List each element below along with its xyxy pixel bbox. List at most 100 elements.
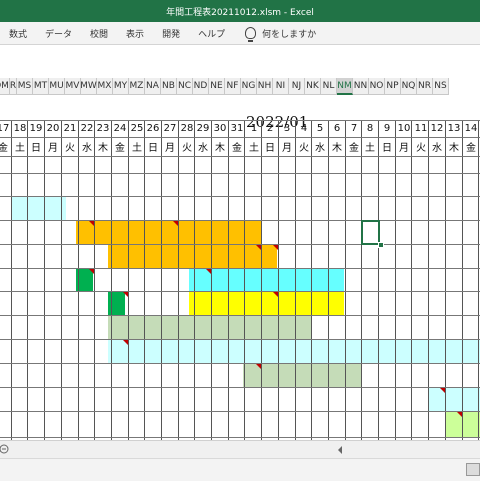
weekday-cell[interactable]: 火 (179, 137, 195, 156)
gantt-bar[interactable] (108, 245, 277, 268)
day-number-cell[interactable]: 31 (229, 120, 245, 137)
gantt-bar[interactable] (108, 340, 480, 363)
day-number-cell[interactable]: 5 (312, 120, 328, 137)
weekday-cell[interactable]: 金 (463, 137, 479, 156)
column-header-nb[interactable]: NB (161, 78, 177, 95)
column-header-r[interactable]: R (10, 78, 17, 95)
weekday-cell[interactable]: 火 (413, 137, 429, 156)
day-number-cell[interactable]: 6 (329, 120, 345, 137)
gantt-bar[interactable] (11, 197, 66, 220)
column-header-ne[interactable]: NE (209, 78, 225, 95)
column-header-nr[interactable]: NR (417, 78, 433, 95)
tab-help[interactable]: ヘルプ (189, 27, 234, 40)
tell-me-box[interactable]: 何をしますか (236, 27, 325, 42)
day-number-cell[interactable]: 10 (396, 120, 412, 137)
day-number-cell[interactable]: 28 (179, 120, 195, 137)
day-number-cell[interactable]: 17 (0, 120, 11, 137)
weekday-cell[interactable]: 木 (446, 137, 462, 156)
day-number-cell[interactable]: 9 (379, 120, 395, 137)
weekday-cell[interactable]: 日 (28, 137, 44, 156)
column-header-no[interactable]: NO (369, 78, 385, 95)
weekday-cell[interactable]: 金 (112, 137, 128, 156)
day-number-cell[interactable]: 4 (296, 120, 312, 137)
gantt-bar[interactable] (189, 292, 344, 315)
column-header-nk[interactable]: NK (305, 78, 321, 95)
column-header-mw[interactable]: MW (80, 78, 97, 95)
weekday-cell[interactable]: 水 (195, 137, 211, 156)
tab-review[interactable]: 校閲 (81, 27, 117, 40)
day-number-cell[interactable]: 14 (463, 120, 479, 137)
worksheet[interactable]: QMRMSMTMUMVMWMXMYMZNANBNCNDNENFNGNHNINJN… (0, 78, 480, 440)
column-header-ni[interactable]: NI (273, 78, 289, 95)
day-number-cell[interactable]: 27 (162, 120, 178, 137)
day-number-cell[interactable]: 2 (262, 120, 278, 137)
day-number-cell[interactable]: 13 (446, 120, 462, 137)
day-number-cell[interactable]: 22 (79, 120, 95, 137)
column-header-nd[interactable]: ND (193, 78, 209, 95)
day-number-cell[interactable]: 11 (413, 120, 429, 137)
column-header-mz[interactable]: MZ (129, 78, 145, 95)
column-header-nn[interactable]: NN (353, 78, 369, 95)
day-number-cell[interactable]: 20 (45, 120, 61, 137)
weekday-cell[interactable]: 日 (262, 137, 278, 156)
weekday-cell[interactable]: 日 (379, 137, 395, 156)
weekday-cell[interactable]: 月 (396, 137, 412, 156)
column-header-mx[interactable]: MX (97, 78, 113, 95)
day-number-cell[interactable]: 25 (129, 120, 145, 137)
column-header-mu[interactable]: MU (49, 78, 65, 95)
weekday-cell[interactable]: 金 (0, 137, 11, 156)
weekday-cell[interactable]: 水 (79, 137, 95, 156)
page-layout-icon[interactable] (466, 463, 480, 476)
weekday-cell[interactable]: 火 (296, 137, 312, 156)
gantt-bar[interactable] (108, 316, 312, 339)
weekday-cell[interactable]: 木 (95, 137, 111, 156)
column-header-ns[interactable]: NS (433, 78, 449, 95)
column-header-ms[interactable]: MS (17, 78, 33, 95)
weekday-cell[interactable]: 木 (212, 137, 228, 156)
column-header-na[interactable]: NA (145, 78, 161, 95)
column-header-nh[interactable]: NH (257, 78, 273, 95)
weekday-cell[interactable]: 土 (129, 137, 145, 156)
column-header-nf[interactable]: NF (225, 78, 241, 95)
cell-grid[interactable]: 2022/01 17181920212223242526272829303112… (0, 95, 480, 440)
day-number-cell[interactable]: 18 (12, 120, 28, 137)
day-number-cell[interactable]: 1 (246, 120, 262, 137)
column-header-mt[interactable]: MT (33, 78, 49, 95)
weekday-cell[interactable]: 水 (312, 137, 328, 156)
tab-formulas[interactable]: 数式 (0, 27, 36, 40)
tab-view[interactable]: 表示 (117, 27, 153, 40)
horizontal-scrollbar[interactable] (0, 440, 480, 459)
weekday-cell[interactable]: 土 (362, 137, 378, 156)
day-number-cell[interactable]: 21 (62, 120, 78, 137)
day-number-cell[interactable]: 24 (112, 120, 128, 137)
weekday-cell[interactable]: 金 (346, 137, 362, 156)
weekday-cell[interactable]: 月 (162, 137, 178, 156)
day-number-cell[interactable]: 8 (362, 120, 378, 137)
tab-data[interactable]: データ (36, 27, 81, 40)
gantt-bar[interactable] (189, 269, 344, 291)
column-header-np[interactable]: NP (385, 78, 401, 95)
fill-handle[interactable] (378, 242, 384, 248)
weekday-cell[interactable]: 金 (229, 137, 245, 156)
day-number-cell[interactable]: 7 (346, 120, 362, 137)
day-number-cell[interactable]: 30 (212, 120, 228, 137)
weekday-cell[interactable]: 木 (329, 137, 345, 156)
column-header-ng[interactable]: NG (241, 78, 257, 95)
weekday-cell[interactable]: 日 (145, 137, 161, 156)
gantt-bar[interactable] (76, 221, 261, 244)
weekday-cell[interactable]: 月 (279, 137, 295, 156)
day-number-cell[interactable]: 26 (145, 120, 161, 137)
day-number-cell[interactable]: 29 (195, 120, 211, 137)
gantt-bar[interactable] (428, 388, 480, 411)
weekday-cell[interactable]: 土 (246, 137, 262, 156)
day-number-cell[interactable]: 12 (429, 120, 445, 137)
weekday-cell[interactable]: 土 (12, 137, 28, 156)
weekday-cell[interactable]: 月 (45, 137, 61, 156)
column-header-nj[interactable]: NJ (289, 78, 305, 95)
weekday-cell[interactable]: 火 (62, 137, 78, 156)
column-header-nc[interactable]: NC (177, 78, 193, 95)
column-header-nm[interactable]: NM (337, 78, 353, 95)
day-number-cell[interactable]: 3 (279, 120, 295, 137)
column-header-qm[interactable]: QM (0, 78, 10, 95)
day-number-cell[interactable]: 19 (28, 120, 44, 137)
